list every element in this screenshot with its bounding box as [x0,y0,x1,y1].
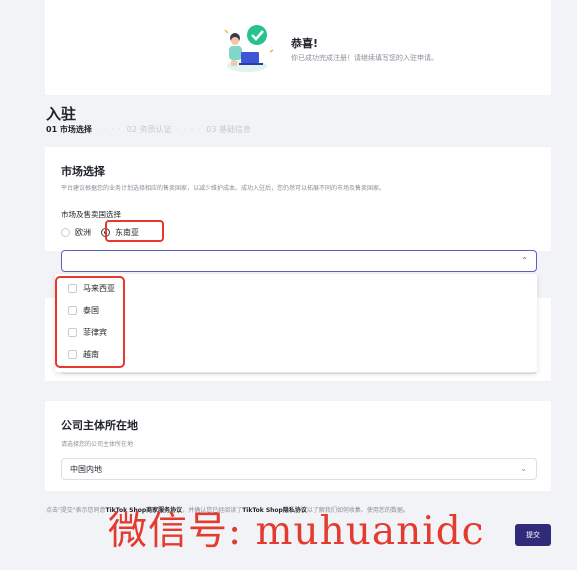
step-indicator: 01 市场选择 · · · · 02 资质认证 · · · · 03 基础信息 [46,124,251,135]
annotation-highlight-box [55,276,125,368]
success-illustration-icon [224,25,274,72]
step-separator: · · · · [176,125,202,134]
step-market: 01 市场选择 [46,125,92,134]
step-basic-info: 03 基础信息 [206,125,252,134]
company-location-card: 公司主体所在地 请选择您的公司主体所在地 中国内地 ⌄ [45,401,551,491]
annotation-highlight-box [105,220,164,242]
radio-label: 欧洲 [75,227,91,237]
radio-europe[interactable]: 欧洲 [61,227,91,238]
company-location-value: 中国内地 [70,465,102,474]
region-label: 市场及售卖国选择 [61,210,121,219]
success-title: 恭喜! [291,37,319,50]
company-title: 公司主体所在地 [61,419,138,432]
step-separator: · · · · [96,125,122,134]
watermark-text: 微信号: muhuanidc [108,509,485,554]
success-subtitle: 你已成功完成注册！请继续填写您的入驻申请。 [291,54,438,62]
company-location-select[interactable]: 中国内地 ⌄ [61,458,537,480]
company-description: 请选择您的公司主体所在地 [61,441,134,448]
chevron-up-icon: ⌃ [521,256,528,265]
market-description: 平台建议根据您的业务计划选择相应的售卖国家，以减少维护成本。成功入驻后，您仍然可… [61,185,386,192]
page-title: 入驻 [46,105,77,123]
submit-button[interactable]: 提交 [515,524,551,546]
chevron-down-icon: ⌄ [520,464,527,473]
step-qualification: 02 资质认证 [126,125,172,134]
agreement-prefix: 点击"提交"表示您同意 [46,507,106,514]
country-dropdown: 马来西亚 泰国 菲律宾 越南 [55,274,537,372]
market-title: 市场选择 [61,165,105,178]
radio-circle-icon [61,227,70,237]
country-select[interactable]: ⌃ [61,250,537,272]
success-banner: 恭喜! 你已成功完成注册！请继续填写您的入驻申请。 [45,0,551,95]
